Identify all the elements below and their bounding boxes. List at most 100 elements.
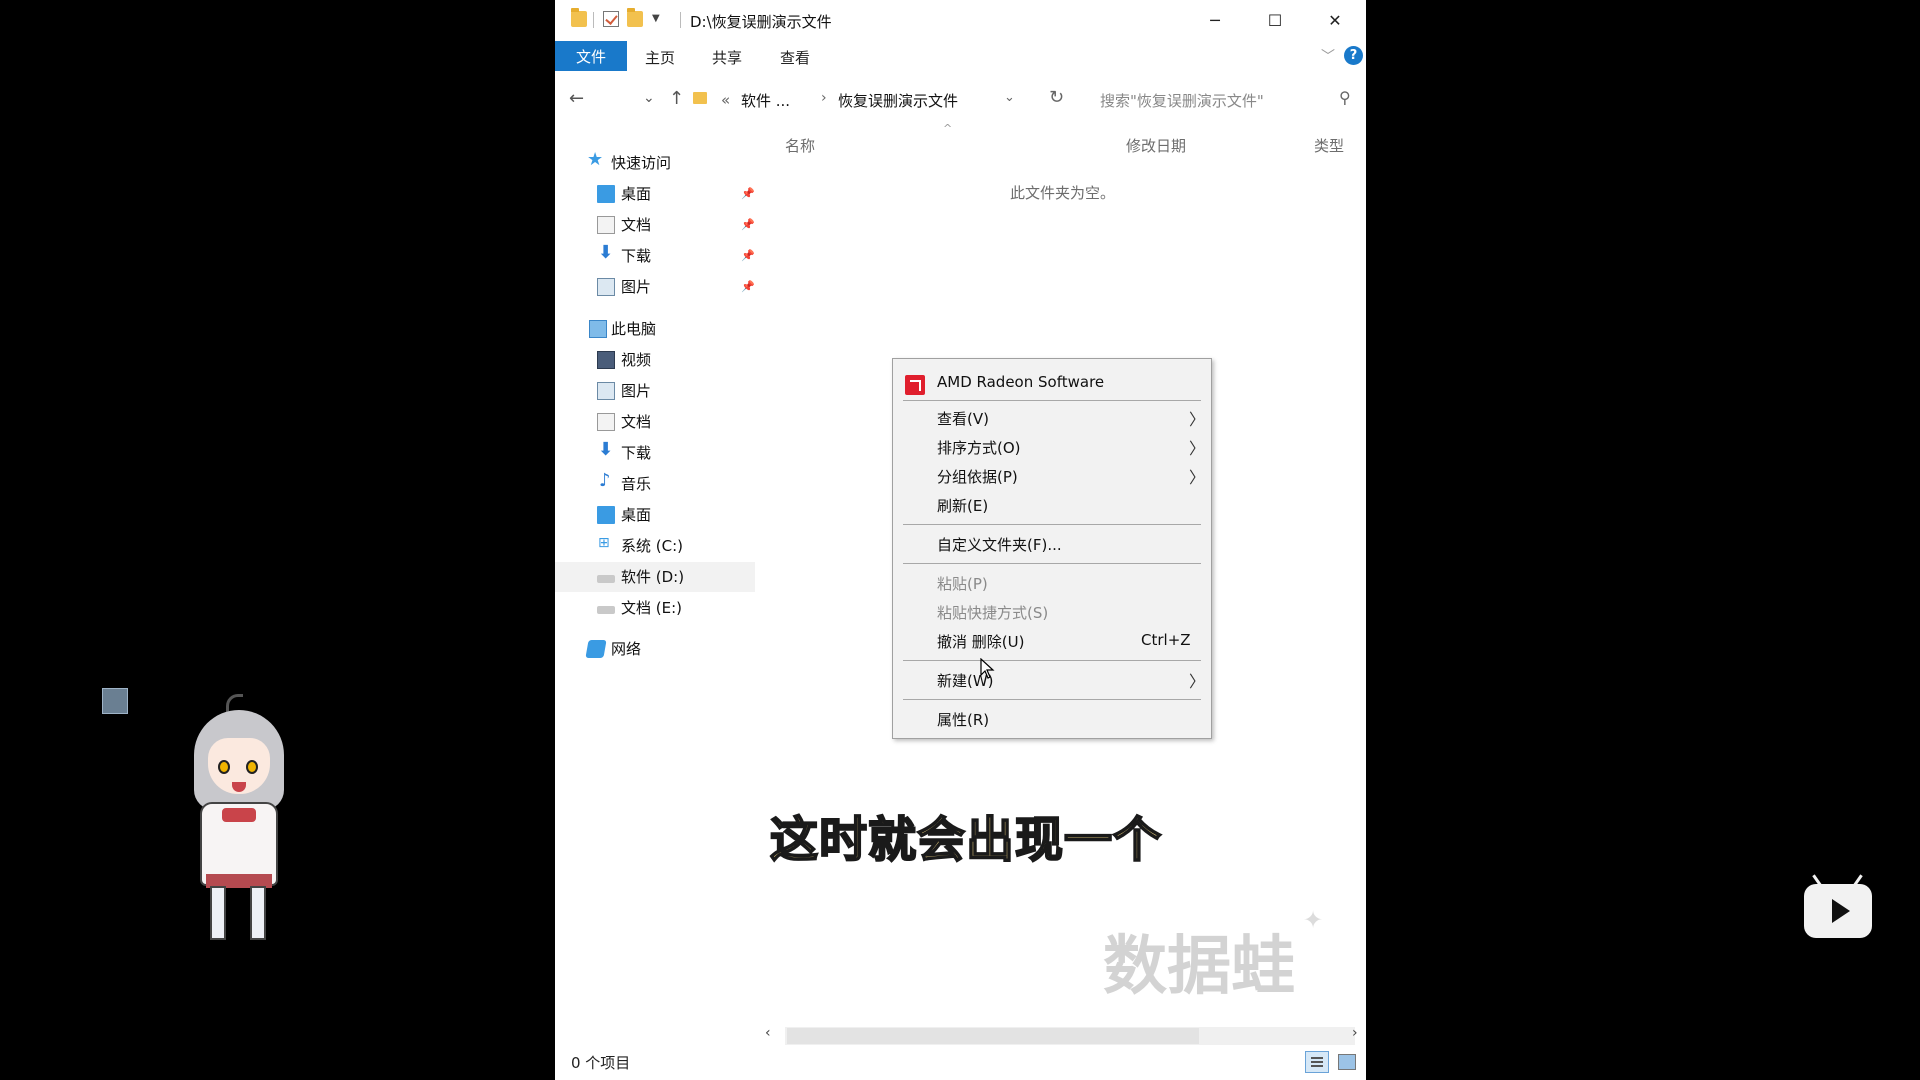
menu-item-paste[interactable]: 粘贴(P) bbox=[893, 569, 1211, 597]
minimize-button[interactable]: ─ bbox=[1185, 0, 1245, 40]
download-arrow-icon: ⬇ bbox=[598, 439, 614, 460]
search-icon[interactable]: ⚲ bbox=[1339, 88, 1351, 107]
submenu-arrow-icon: 〉 bbox=[1189, 672, 1206, 691]
pin-icon: 📌 bbox=[741, 218, 755, 231]
nav-item-desktop[interactable]: 桌面 📌 bbox=[555, 179, 755, 209]
maximize-button[interactable]: ☐ bbox=[1245, 0, 1305, 40]
play-icon bbox=[1832, 899, 1850, 923]
customize-toolbar-icon[interactable]: ▼ bbox=[652, 13, 660, 24]
submenu-arrow-icon: 〉 bbox=[1189, 439, 1206, 458]
undo-shortcut-label: Ctrl+Z bbox=[1141, 631, 1191, 649]
mascot-character bbox=[180, 690, 300, 950]
search-placeholder: 搜索"恢复误删演示文件" bbox=[1100, 92, 1264, 110]
menu-item-properties[interactable]: 属性(R) bbox=[893, 705, 1211, 733]
back-arrow-icon[interactable]: ← bbox=[569, 88, 584, 109]
nav-item-videos[interactable]: 视频 bbox=[555, 345, 755, 375]
video-subtitle: 这时就会出现一个 bbox=[769, 811, 1163, 869]
recent-locations-icon[interactable]: ⌄ bbox=[643, 90, 655, 106]
star-icon: ★ bbox=[587, 149, 604, 170]
folder-icon bbox=[571, 8, 587, 27]
menu-item-paste-shortcut[interactable]: 粘贴快捷方式(S) bbox=[893, 598, 1211, 626]
menu-item-sort[interactable]: 排序方式(O) 〉 bbox=[893, 433, 1211, 461]
column-header-type[interactable]: 类型 bbox=[1314, 135, 1344, 156]
menu-item-new[interactable]: 新建(W) 〉 bbox=[893, 666, 1211, 694]
nav-item-pictures[interactable]: 图片 📌 bbox=[555, 272, 755, 302]
address-dropdown-icon[interactable]: ⌄ bbox=[1004, 90, 1015, 105]
up-arrow-icon[interactable]: ↑ bbox=[669, 88, 684, 109]
picture-icon bbox=[597, 278, 615, 296]
nav-item-pc-documents[interactable]: 文档 bbox=[555, 407, 755, 437]
new-folder-icon[interactable] bbox=[627, 8, 643, 27]
submenu-arrow-icon: 〉 bbox=[1189, 410, 1206, 429]
menu-item-view[interactable]: 查看(V) 〉 bbox=[893, 404, 1211, 432]
context-menu: AMD Radeon Software 查看(V) 〉 排序方式(O) 〉 分组… bbox=[892, 358, 1212, 739]
desktop-app-icon[interactable] bbox=[102, 688, 128, 714]
menu-item-customize-folder[interactable]: 自定义文件夹(F)... bbox=[893, 530, 1211, 558]
tab-file[interactable]: 文件 bbox=[555, 41, 627, 71]
close-button[interactable]: ✕ bbox=[1305, 0, 1365, 40]
amd-radeon-icon bbox=[905, 375, 925, 395]
breadcrumb-overflow[interactable]: « bbox=[721, 91, 730, 109]
nav-item-music[interactable]: ♪ 音乐 bbox=[555, 469, 755, 499]
nav-this-pc[interactable]: 此电脑 bbox=[555, 314, 755, 344]
drive-icon bbox=[597, 606, 615, 614]
breadcrumb-software[interactable]: 软件 ... bbox=[741, 90, 790, 111]
properties-checkmark-icon[interactable] bbox=[603, 11, 619, 27]
nav-item-drive-d[interactable]: 软件 (D:) bbox=[555, 562, 755, 592]
address-bar[interactable]: « 软件 ... › 恢复误删演示文件 bbox=[693, 88, 958, 112]
windows-drive-icon: ⊞ bbox=[598, 535, 610, 551]
drive-icon bbox=[597, 575, 615, 583]
tab-view[interactable]: 查看 bbox=[780, 47, 810, 68]
folder-icon bbox=[693, 92, 707, 104]
menu-item-refresh[interactable]: 刷新(E) bbox=[893, 491, 1211, 519]
ribbon-tabs: 文件 主页 共享 查看 ﹀ ? bbox=[555, 41, 1366, 71]
large-icons-view-icon[interactable] bbox=[1338, 1054, 1356, 1070]
tab-home[interactable]: 主页 bbox=[645, 47, 675, 68]
mouse-cursor-icon bbox=[980, 658, 995, 679]
nav-item-documents[interactable]: 文档 📌 bbox=[555, 210, 755, 240]
empty-folder-message: 此文件夹为空。 bbox=[1010, 184, 1116, 202]
document-icon bbox=[597, 413, 615, 431]
scroll-right-arrow-icon[interactable]: › bbox=[1352, 1025, 1358, 1041]
column-header-date[interactable]: 修改日期 bbox=[1126, 135, 1186, 156]
nav-item-pc-pictures[interactable]: 图片 bbox=[555, 376, 755, 406]
address-row: ← ⌄ ↑ « 软件 ... › 恢复误删演示文件 ⌄ ↻ 搜索"恢复误删演示文… bbox=[555, 80, 1366, 120]
video-icon bbox=[597, 351, 615, 369]
pin-icon: 📌 bbox=[741, 187, 755, 200]
column-header-name[interactable]: 名称 bbox=[785, 135, 815, 156]
pin-icon: 📌 bbox=[741, 280, 755, 293]
pin-icon: 📌 bbox=[741, 249, 755, 262]
nav-item-drive-c[interactable]: ⊞ 系统 (C:) bbox=[555, 531, 755, 561]
scrollbar-thumb[interactable] bbox=[787, 1028, 1199, 1044]
network-icon bbox=[585, 640, 607, 658]
desktop-icon bbox=[597, 185, 615, 203]
ribbon-expand-icon[interactable]: ﹀ bbox=[1321, 46, 1335, 66]
details-view-icon[interactable] bbox=[1305, 1051, 1329, 1073]
refresh-icon[interactable]: ↻ bbox=[1049, 87, 1064, 108]
breadcrumb-chevron-icon[interactable]: › bbox=[821, 90, 827, 106]
breadcrumb-current-folder[interactable]: 恢复误删演示文件 bbox=[838, 90, 958, 111]
sort-ascending-icon: ^ bbox=[943, 122, 953, 135]
title-bar: ▼ D:\恢复误删演示文件 ─ ☐ ✕ bbox=[555, 0, 1366, 40]
menu-item-undo-delete[interactable]: 撤消 删除(U) Ctrl+Z bbox=[893, 627, 1211, 655]
nav-item-pc-desktop[interactable]: 桌面 bbox=[555, 500, 755, 530]
submenu-arrow-icon: 〉 bbox=[1189, 468, 1206, 487]
menu-item-amd-radeon[interactable]: AMD Radeon Software bbox=[893, 365, 1211, 399]
document-icon bbox=[597, 216, 615, 234]
nav-quick-access[interactable]: ★ 快速访问 bbox=[555, 148, 755, 178]
desktop-icon bbox=[597, 506, 615, 524]
nav-item-pc-downloads[interactable]: ⬇ 下载 bbox=[555, 438, 755, 468]
bilibili-tv-icon[interactable] bbox=[1804, 884, 1872, 938]
nav-network[interactable]: 网络 bbox=[555, 634, 755, 664]
scroll-left-arrow-icon[interactable]: ‹ bbox=[765, 1025, 771, 1041]
picture-icon bbox=[597, 382, 615, 400]
watermark-sparkle-icon: ✦ bbox=[1303, 906, 1324, 934]
download-arrow-icon: ⬇ bbox=[598, 242, 614, 263]
watermark-logo: 数据蛙 bbox=[1103, 930, 1295, 1004]
search-input[interactable]: 搜索"恢复误删演示文件" ⚲ bbox=[1100, 88, 1360, 112]
nav-item-drive-e[interactable]: 文档 (E:) bbox=[555, 593, 755, 623]
menu-item-group[interactable]: 分组依据(P) 〉 bbox=[893, 462, 1211, 490]
nav-item-downloads[interactable]: ⬇ 下载 📌 bbox=[555, 241, 755, 271]
help-icon[interactable]: ? bbox=[1344, 46, 1363, 65]
tab-share[interactable]: 共享 bbox=[712, 47, 742, 68]
